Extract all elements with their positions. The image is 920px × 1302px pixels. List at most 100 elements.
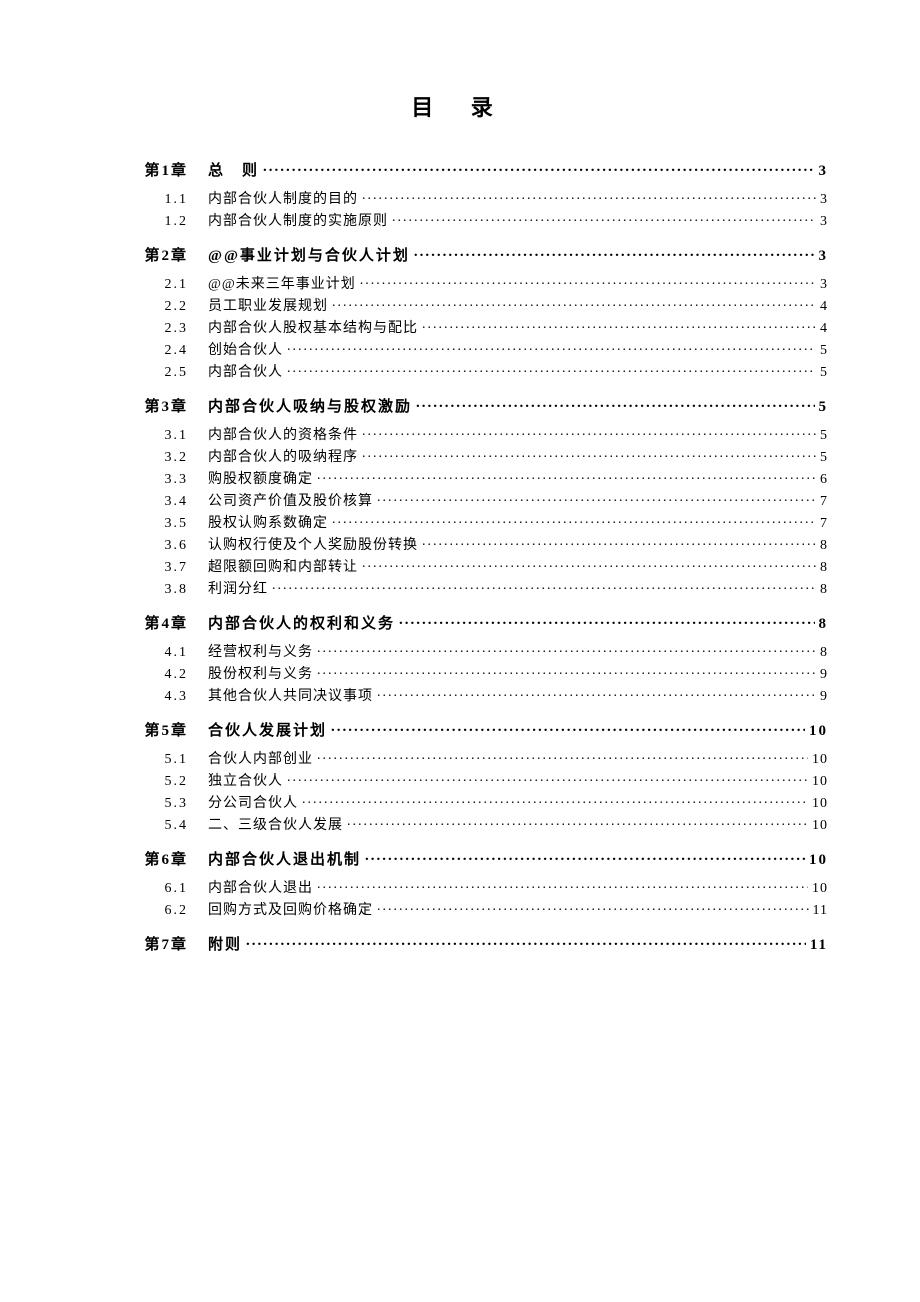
toc-entry-number: 2.5 (92, 366, 208, 380)
toc-leader-dots (332, 513, 816, 527)
toc-sub-row: 3.3购股权额度确定6 (92, 469, 828, 487)
toc-entry-number: 第4章 (92, 617, 208, 632)
toc-entry-number: 1.1 (92, 193, 208, 207)
toc-entry-page: 3 (815, 164, 829, 179)
toc-leader-dots (287, 362, 816, 376)
toc-sub-row: 2.4创始合伙人5 (92, 340, 828, 358)
toc-entry-number: 4.1 (92, 646, 208, 660)
toc-sub-row: 4.1经营权利与义务8 (92, 642, 828, 660)
toc-entry-page: 9 (816, 690, 828, 704)
toc-entry-number: 3.8 (92, 583, 208, 597)
toc-sub-row: 1.1内部合伙人制度的目的3 (92, 189, 828, 207)
toc-sub-row: 5.3分公司合伙人10 (92, 793, 828, 811)
toc-leader-dots (414, 245, 815, 260)
toc-title: 目 录 (92, 90, 828, 122)
toc-entry-number: 3.2 (92, 451, 208, 465)
toc-entry-label: @@事业计划与合伙人计划 (208, 249, 414, 264)
toc-leader-dots (287, 771, 808, 785)
toc-entry-page: 5 (816, 429, 828, 443)
toc-entry-label: 总 则 (208, 164, 263, 179)
toc-entry-number: 第6章 (92, 853, 208, 868)
toc-sub-row: 3.6认购权行使及个人奖励股份转换8 (92, 535, 828, 553)
toc-sub-row: 5.4二、三级合伙人发展10 (92, 815, 828, 833)
toc-entry-number: 5.4 (92, 819, 208, 833)
toc-entry-label: 股份权利与义务 (208, 668, 317, 682)
toc-sub-row: 2.5内部合伙人 5 (92, 362, 828, 380)
toc-entry-label: 购股权额度确定 (208, 473, 317, 487)
toc-entry-label: 创始合伙人 (208, 344, 287, 358)
toc-entry-page: 3 (816, 193, 828, 207)
toc-entry-page: 4 (816, 300, 828, 314)
toc-entry-label: 独立合伙人 (208, 775, 287, 789)
toc-entry-page: 11 (809, 904, 828, 918)
toc-leader-dots (272, 579, 816, 593)
toc-leader-dots (399, 613, 814, 628)
table-of-contents: 第1章总 则31.1内部合伙人制度的目的31.2内部合伙人制度的实施原则3第2章… (92, 160, 828, 953)
toc-chapter-row: 第3章内部合伙人吸纳与股权激励5 (92, 396, 828, 415)
toc-entry-page: 10 (805, 724, 828, 739)
toc-leader-dots (332, 296, 816, 310)
toc-entry-page: 10 (808, 753, 828, 767)
toc-entry-number: 第7章 (92, 938, 208, 953)
toc-sub-row: 3.5股权认购系数确定7 (92, 513, 828, 531)
toc-leader-dots (362, 189, 816, 203)
toc-sub-row: 3.1内部合伙人的资格条件5 (92, 425, 828, 443)
toc-leader-dots (377, 491, 816, 505)
toc-leader-dots (317, 469, 816, 483)
toc-entry-page: 5 (816, 366, 828, 380)
toc-entry-number: 3.5 (92, 517, 208, 531)
toc-entry-page: 10 (805, 853, 828, 868)
toc-entry-number: 5.2 (92, 775, 208, 789)
toc-entry-page: 6 (816, 473, 828, 487)
toc-chapter-row: 第1章总 则 3 (92, 160, 828, 179)
toc-leader-dots (331, 720, 805, 735)
toc-chapter-row: 第6章内部合伙人退出机制10 (92, 849, 828, 868)
toc-sub-row: 5.1合伙人内部创业 10 (92, 749, 828, 767)
toc-entry-number: 2.3 (92, 322, 208, 336)
document-page: 目 录 第1章总 则31.1内部合伙人制度的目的31.2内部合伙人制度的实施原则… (0, 0, 920, 1302)
toc-entry-page: 7 (816, 517, 828, 531)
toc-entry-page: 7 (816, 495, 828, 509)
toc-leader-dots (287, 340, 816, 354)
toc-entry-label: 其他合伙人共同决议事项 (208, 690, 377, 704)
toc-entry-number: 1.2 (92, 215, 208, 229)
toc-sub-row: 5.2独立合伙人10 (92, 771, 828, 789)
toc-sub-row: 3.2内部合伙人的吸纳程序5 (92, 447, 828, 465)
toc-entry-page: 8 (816, 583, 828, 597)
toc-entry-number: 第5章 (92, 724, 208, 739)
toc-entry-number: 3.1 (92, 429, 208, 443)
toc-leader-dots (377, 900, 809, 914)
toc-entry-number: 第2章 (92, 249, 208, 264)
toc-leader-dots (317, 642, 816, 656)
toc-entry-number: 3.4 (92, 495, 208, 509)
toc-leader-dots (377, 686, 816, 700)
toc-entry-label: 合伙人内部创业 (208, 753, 317, 767)
toc-entry-page: 8 (815, 617, 829, 632)
toc-entry-number: 第1章 (92, 164, 208, 179)
toc-entry-number: 5.1 (92, 753, 208, 767)
toc-entry-number: 2.1 (92, 278, 208, 292)
toc-entry-number: 4.3 (92, 690, 208, 704)
toc-sub-row: 1.2内部合伙人制度的实施原则3 (92, 211, 828, 229)
toc-chapter-row: 第5章合伙人发展计划10 (92, 720, 828, 739)
toc-entry-page: 3 (815, 249, 829, 264)
toc-sub-row: 4.3其他合伙人共同决议事项 9 (92, 686, 828, 704)
toc-leader-dots (416, 396, 814, 411)
toc-entry-label: 内部合伙人 (208, 366, 287, 380)
toc-sub-row: 2.3内部合伙人股权基本结构与配比4 (92, 318, 828, 336)
toc-sub-row: 4.2股份权利与义务 9 (92, 664, 828, 682)
toc-leader-dots (317, 664, 816, 678)
toc-leader-dots (263, 160, 814, 175)
toc-entry-page: 3 (816, 278, 828, 292)
toc-leader-dots (347, 815, 808, 829)
toc-entry-label: 分公司合伙人 (208, 797, 302, 811)
toc-entry-label: 内部合伙人的吸纳程序 (208, 451, 362, 465)
toc-entry-page: 9 (816, 668, 828, 682)
toc-entry-label: 内部合伙人退出 (208, 882, 317, 896)
toc-entry-page: 10 (808, 882, 828, 896)
toc-entry-number: 3.7 (92, 561, 208, 575)
toc-entry-page: 5 (816, 344, 828, 358)
toc-entry-number: 4.2 (92, 668, 208, 682)
toc-entry-label: @@未来三年事业计划 (208, 278, 360, 292)
toc-entry-label: 员工职业发展规划 (208, 300, 332, 314)
